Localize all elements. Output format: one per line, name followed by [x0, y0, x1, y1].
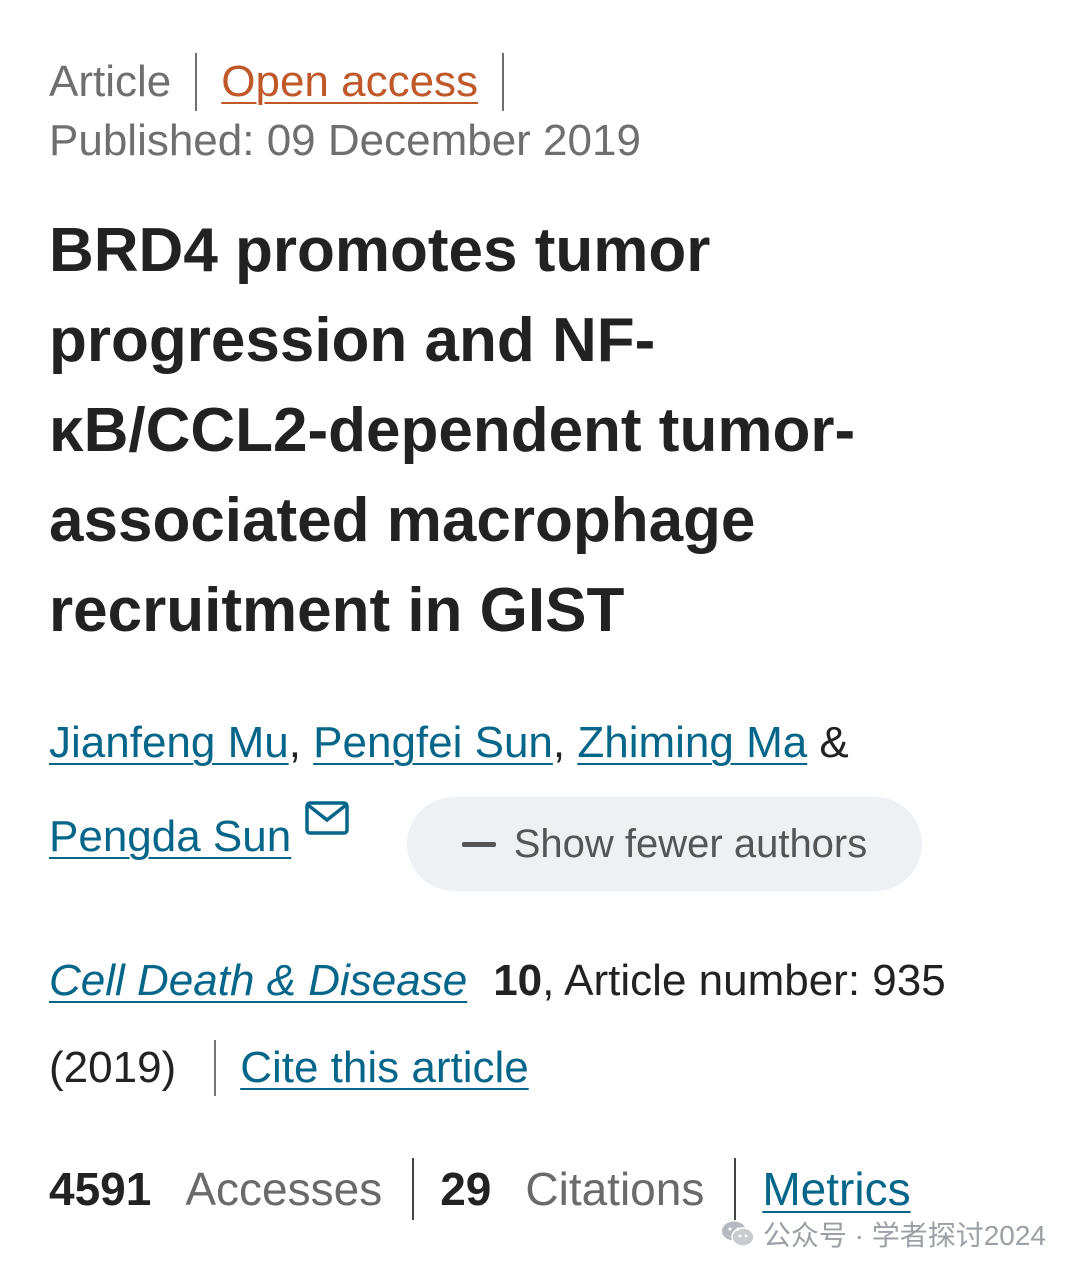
- citation-line-continued: (2019) Cite this article: [49, 1038, 529, 1098]
- wechat-icon: [721, 1221, 755, 1247]
- accesses-count: 4591: [49, 1163, 152, 1215]
- author-link[interactable]: Jianfeng Mu: [49, 718, 289, 767]
- divider: [195, 53, 198, 111]
- author-link[interactable]: Pengda Sun: [49, 812, 291, 862]
- article-stats: 4591 Accesses 29 Citations Metrics: [49, 1156, 911, 1222]
- citations-label: Citations: [525, 1163, 705, 1215]
- metrics-link[interactable]: Metrics: [762, 1162, 910, 1216]
- author-separator: ,: [288, 718, 314, 767]
- show-fewer-authors-button[interactable]: Show fewer authors: [407, 797, 922, 891]
- publication-year: (2019): [49, 1043, 177, 1092]
- divider: [734, 1158, 737, 1220]
- author-list-continued: Pengda Sun: [49, 801, 349, 862]
- published-date: Published: 09 December 2019: [49, 116, 641, 165]
- author-list: Jianfeng Mu, Pengfei Sun, Zhiming Ma &: [49, 718, 849, 768]
- author-separator: &: [807, 718, 849, 767]
- citation-line: Cell Death & Disease 10, Article number: …: [49, 956, 946, 1006]
- title-line: progression and NF-: [49, 306, 656, 375]
- title-line: κB/CCL2-dependent tumor-: [49, 396, 856, 465]
- show-fewer-label: Show fewer authors: [513, 821, 868, 866]
- article-meta-row: Article Open access: [49, 52, 528, 112]
- article-title: BRD4 promotes tumor progression and NF- …: [49, 206, 1049, 656]
- divider: [502, 53, 505, 111]
- cite-article-link[interactable]: Cite this article: [240, 1043, 529, 1093]
- article-type: Article: [49, 57, 172, 106]
- article-number: , Article number: 935: [542, 956, 946, 1005]
- divider: [214, 1040, 217, 1096]
- watermark-text: 公众号 · 学者探讨2024: [762, 1220, 1046, 1251]
- minus-icon: [461, 841, 496, 847]
- email-icon[interactable]: [305, 796, 349, 846]
- author-link[interactable]: Pengfei Sun: [313, 718, 553, 767]
- accesses-label: Accesses: [185, 1163, 383, 1215]
- volume-number: 10: [493, 956, 543, 1005]
- author-separator: ,: [552, 718, 578, 767]
- citations-count: 29: [440, 1163, 492, 1215]
- journal-link[interactable]: Cell Death & Disease: [49, 956, 467, 1005]
- watermark: 公众号 · 学者探讨2024: [721, 1214, 1046, 1254]
- open-access-link[interactable]: Open access: [221, 57, 478, 107]
- title-line: recruitment in GIST: [49, 576, 625, 645]
- title-line: associated macrophage: [49, 486, 756, 555]
- divider: [412, 1158, 415, 1220]
- title-line: BRD4 promotes tumor: [49, 216, 711, 285]
- author-link[interactable]: Zhiming Ma: [577, 718, 807, 767]
